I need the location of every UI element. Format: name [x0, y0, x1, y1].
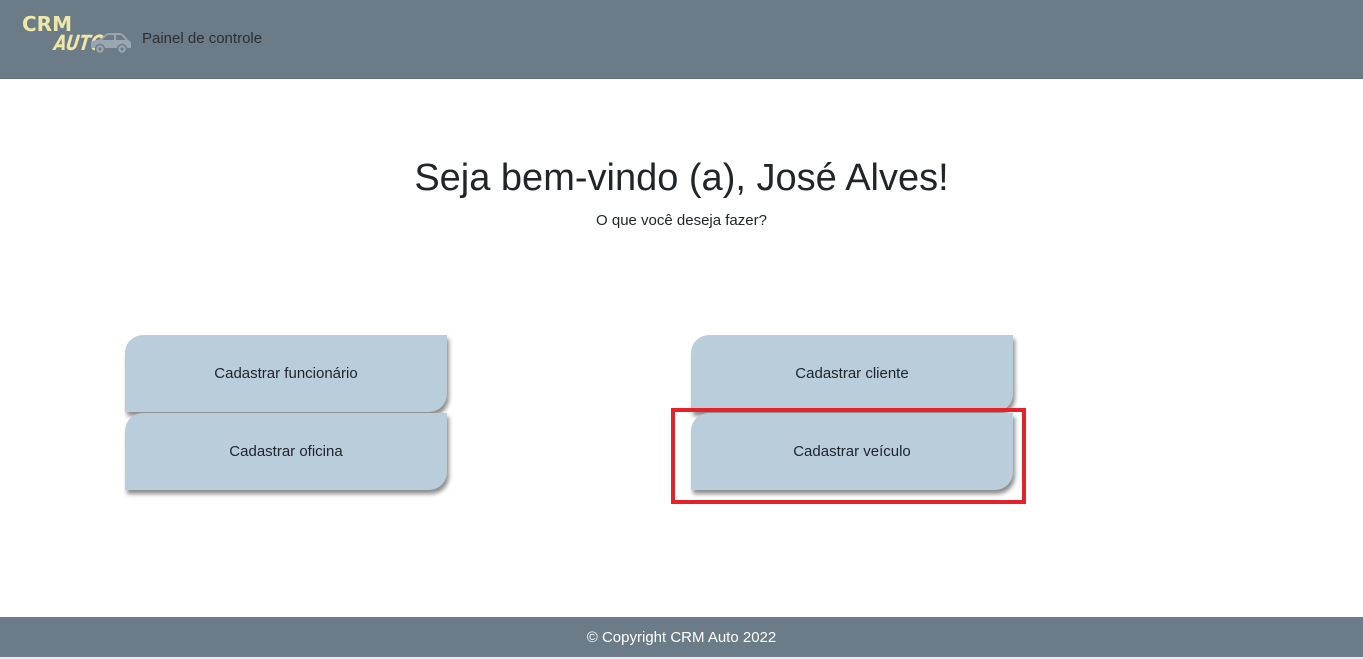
page: CRM AUTO Painel de controle Seja bem-vin… [0, 0, 1363, 659]
navbar-title[interactable]: Painel de controle [142, 29, 262, 49]
register-employee-button[interactable]: Cadastrar funcionário [125, 335, 447, 412]
navbar: CRM AUTO Painel de controle [0, 0, 1363, 79]
footer-copyright: © Copyright CRM Auto 2022 [586, 628, 777, 646]
car-icon [91, 33, 131, 55]
welcome-subtitle: O que você deseja fazer? [596, 212, 767, 229]
welcome-heading: Seja bem-vindo (a), José Alves! [414, 157, 949, 199]
register-workshop-button[interactable]: Cadastrar oficina [125, 413, 447, 490]
register-vehicle-button[interactable]: Cadastrar veículo [691, 413, 1013, 490]
brand-logo[interactable]: CRM AUTO [22, 12, 132, 58]
footer: © Copyright CRM Auto 2022 [0, 617, 1363, 657]
register-client-button[interactable]: Cadastrar cliente [691, 335, 1013, 412]
